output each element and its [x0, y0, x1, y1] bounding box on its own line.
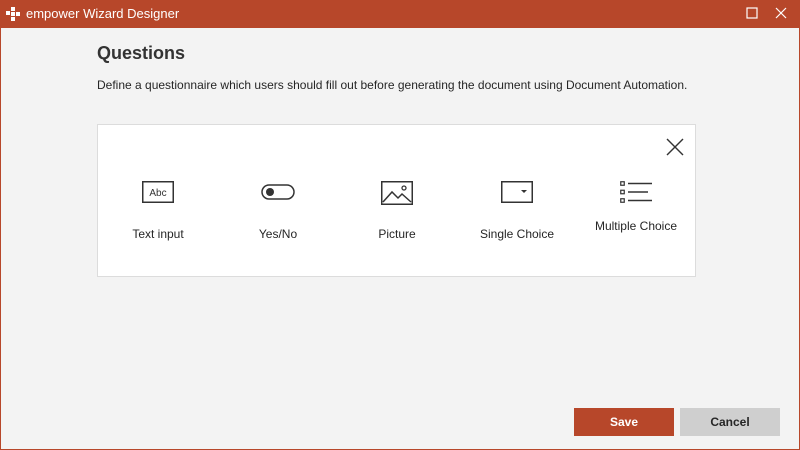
- close-icon: [775, 6, 787, 24]
- toggle-icon: [218, 181, 338, 207]
- empower-logo-icon: [6, 7, 20, 21]
- question-type-label: Picture: [378, 227, 416, 241]
- close-window-button[interactable]: [767, 1, 795, 28]
- question-type-label: Yes/No: [258, 227, 298, 241]
- page-title: Questions: [97, 43, 186, 63]
- wizard-designer-window: empower Wizard Designer Questions Define…: [0, 0, 800, 450]
- question-type-single-choice[interactable]: Single Choice: [457, 175, 577, 255]
- question-type-picture[interactable]: Picture: [337, 175, 457, 255]
- svg-text:Abc: Abc: [149, 188, 166, 199]
- checklist-icon: [576, 181, 696, 207]
- maximize-icon: [746, 6, 758, 24]
- maximize-button[interactable]: [738, 1, 766, 28]
- close-icon: [666, 138, 684, 160]
- dropdown-icon: [457, 181, 577, 207]
- question-type-label: Text input: [132, 227, 184, 241]
- picture-icon: [337, 181, 457, 207]
- window-title: empower Wizard Designer: [26, 6, 180, 21]
- question-type-label: Single Choice: [479, 227, 555, 241]
- page-description: Define a questionnaire which users shoul…: [97, 78, 688, 92]
- question-type-multiple-choice[interactable]: Multiple Choice: [576, 175, 696, 255]
- question-type-label: Multiple Choice: [594, 219, 678, 233]
- save-button[interactable]: Save: [574, 408, 674, 436]
- question-type-text-input[interactable]: Abc Text input: [98, 175, 218, 255]
- text-input-icon: Abc: [98, 181, 218, 207]
- question-type-yes-no[interactable]: Yes/No: [218, 175, 338, 255]
- cancel-button[interactable]: Cancel: [680, 408, 780, 436]
- title-bar: empower Wizard Designer: [1, 1, 799, 28]
- question-type-panel: Abc Text input Yes/No Picture Single Cho…: [97, 124, 696, 277]
- panel-close-button[interactable]: [666, 138, 684, 156]
